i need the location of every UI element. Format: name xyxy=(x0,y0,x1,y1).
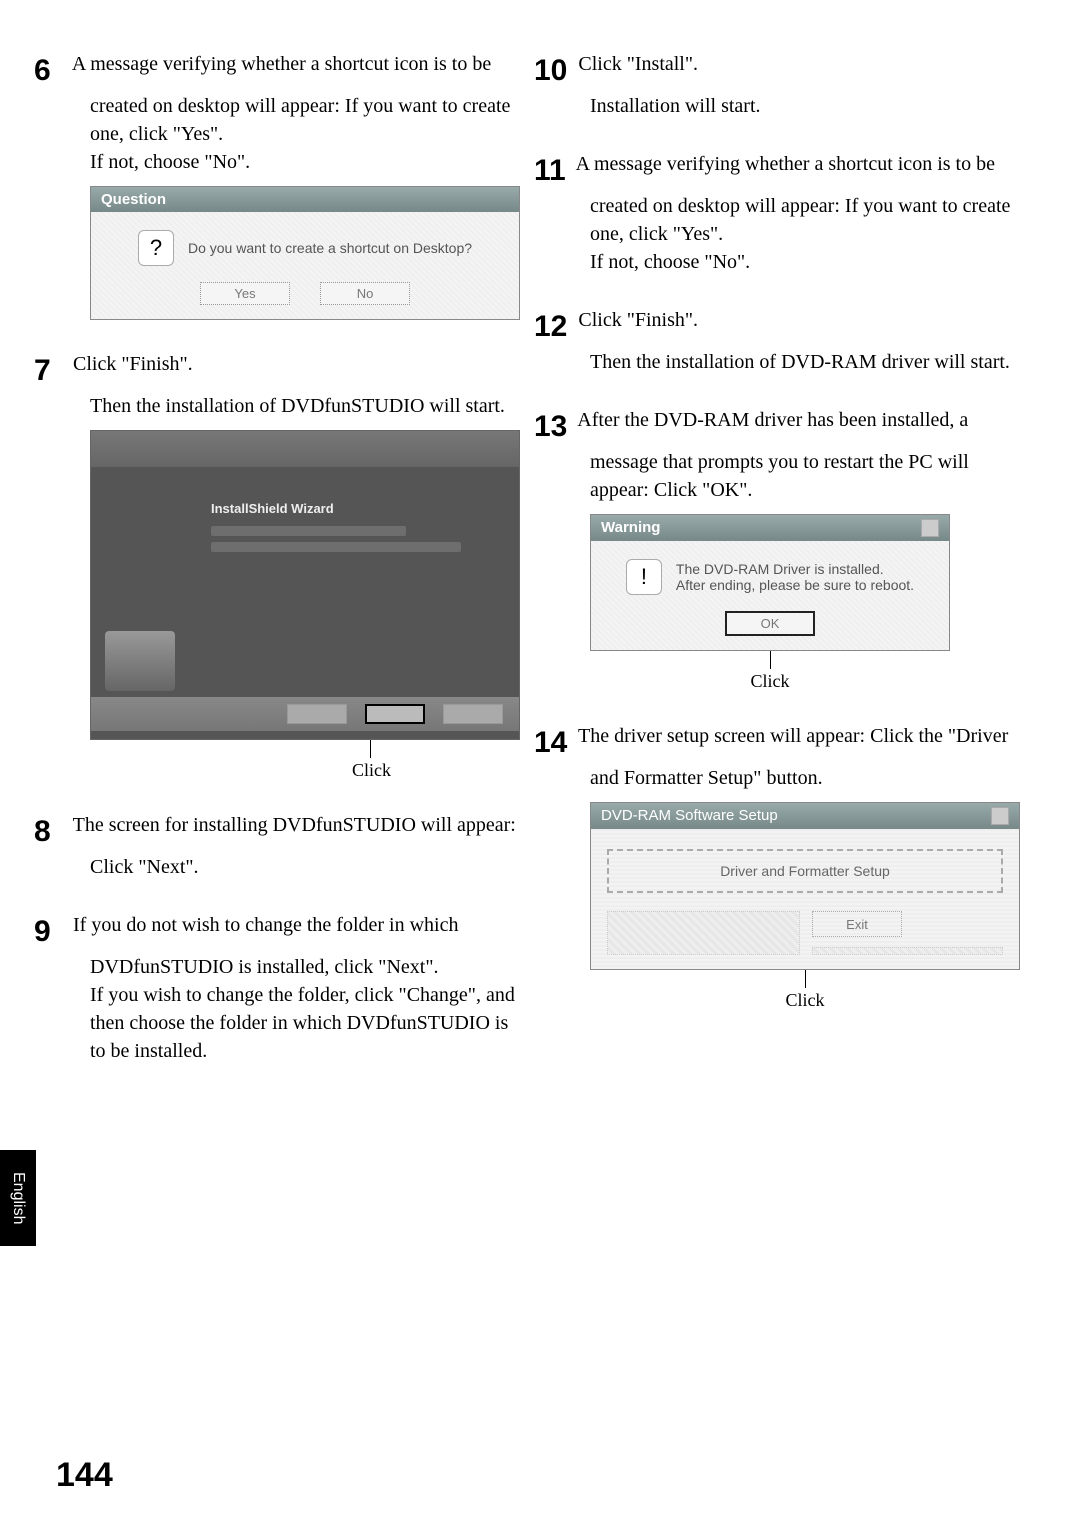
click-label-13: Click xyxy=(590,671,950,692)
step-7-line1: Click "Finish". xyxy=(73,353,193,375)
ok-button[interactable]: OK xyxy=(725,611,815,636)
step-14-text: The driver setup screen will appear: Cli… xyxy=(578,725,1008,789)
close-icon[interactable] xyxy=(921,519,939,537)
step-12-line2: Then the installation of DVD-RAM driver … xyxy=(560,348,1020,376)
no-button[interactable]: No xyxy=(320,282,410,305)
pointer-line xyxy=(770,651,771,669)
step-14-number: 14 xyxy=(562,722,567,764)
step-11: 11 A message verifying whether a shortcu… xyxy=(560,150,1020,276)
installer-cancel-button[interactable] xyxy=(443,704,503,724)
step-13-number: 13 xyxy=(562,406,567,448)
setup-placeholder xyxy=(607,911,800,955)
page-number: 144 xyxy=(56,1456,113,1495)
installer-next-button[interactable] xyxy=(365,704,425,724)
step-12: 12 Click "Finish". Then the installation… xyxy=(560,306,1020,376)
step-7: 7 Click "Finish". Then the installation … xyxy=(60,350,520,781)
dialog-setup: DVD-RAM Software Setup Driver and Format… xyxy=(590,802,1020,970)
warning-icon: ! xyxy=(626,559,662,595)
step-10-line2: Installation will start. xyxy=(560,92,1020,120)
step-6-text: A message verifying whether a shortcut i… xyxy=(72,53,510,173)
step-10: 10 Click "Install". Installation will st… xyxy=(560,50,1020,120)
step-8-text: The screen for installing DVDfunSTUDIO w… xyxy=(73,814,516,878)
pointer-line xyxy=(370,740,371,758)
step-13-text: After the DVD-RAM driver has been instal… xyxy=(577,409,969,501)
dialog-question-msg: Do you want to create a shortcut on Desk… xyxy=(188,240,472,256)
dialog-question: Question ? Do you want to create a short… xyxy=(90,186,520,320)
language-tab: English xyxy=(0,1150,36,1246)
installer-back-button[interactable] xyxy=(287,704,347,724)
pointer-line xyxy=(805,970,806,988)
right-column: 10 Click "Install". Installation will st… xyxy=(560,50,1020,1095)
dialog-question-title: Question xyxy=(91,187,519,212)
step-6: 6 A message verifying whether a shortcut… xyxy=(60,50,520,320)
step-10-number: 10 xyxy=(562,50,567,92)
step-12-line1: Click "Finish". xyxy=(578,309,698,331)
installer-graphic xyxy=(105,631,175,691)
dialog-warning-title: Warning xyxy=(601,519,660,537)
close-icon[interactable] xyxy=(991,807,1009,825)
yes-button[interactable]: Yes xyxy=(200,282,290,305)
dialog-warning-msg2: After ending, please be sure to reboot. xyxy=(676,577,914,593)
dialog-warning-msg1: The DVD-RAM Driver is installed. xyxy=(676,561,914,577)
step-9-text: If you do not wish to change the folder … xyxy=(73,914,515,1062)
step-8: 8 The screen for installing DVDfunSTUDIO… xyxy=(60,811,520,881)
step-14: 14 The driver setup screen will appear: … xyxy=(560,722,1020,1011)
click-label-14: Click xyxy=(590,990,1020,1011)
step-11-number: 11 xyxy=(562,150,566,192)
left-column: 6 A message verifying whether a shortcut… xyxy=(60,50,520,1095)
setup-placeholder xyxy=(812,947,1003,955)
step-7-line2: Then the installation of DVDfunSTUDIO wi… xyxy=(60,392,520,420)
driver-formatter-setup-button[interactable]: Driver and Formatter Setup xyxy=(607,849,1003,893)
dialog-warning: Warning ! The DVD-RAM Driver is installe… xyxy=(590,514,950,651)
dialog-setup-title: DVD-RAM Software Setup xyxy=(601,807,778,825)
step-10-line1: Click "Install". xyxy=(578,53,698,75)
step-13: 13 After the DVD-RAM driver has been ins… xyxy=(560,406,1020,692)
click-label-7: Click xyxy=(352,760,520,781)
step-12-number: 12 xyxy=(562,306,567,348)
installer-heading: InstallShield Wizard xyxy=(211,501,489,516)
installer-screenshot: InstallShield Wizard xyxy=(90,430,520,740)
step-11-text: A message verifying whether a shortcut i… xyxy=(576,153,1011,273)
question-icon: ? xyxy=(138,230,174,266)
step-9: 9 If you do not wish to change the folde… xyxy=(60,911,520,1065)
exit-button[interactable]: Exit xyxy=(812,911,902,937)
